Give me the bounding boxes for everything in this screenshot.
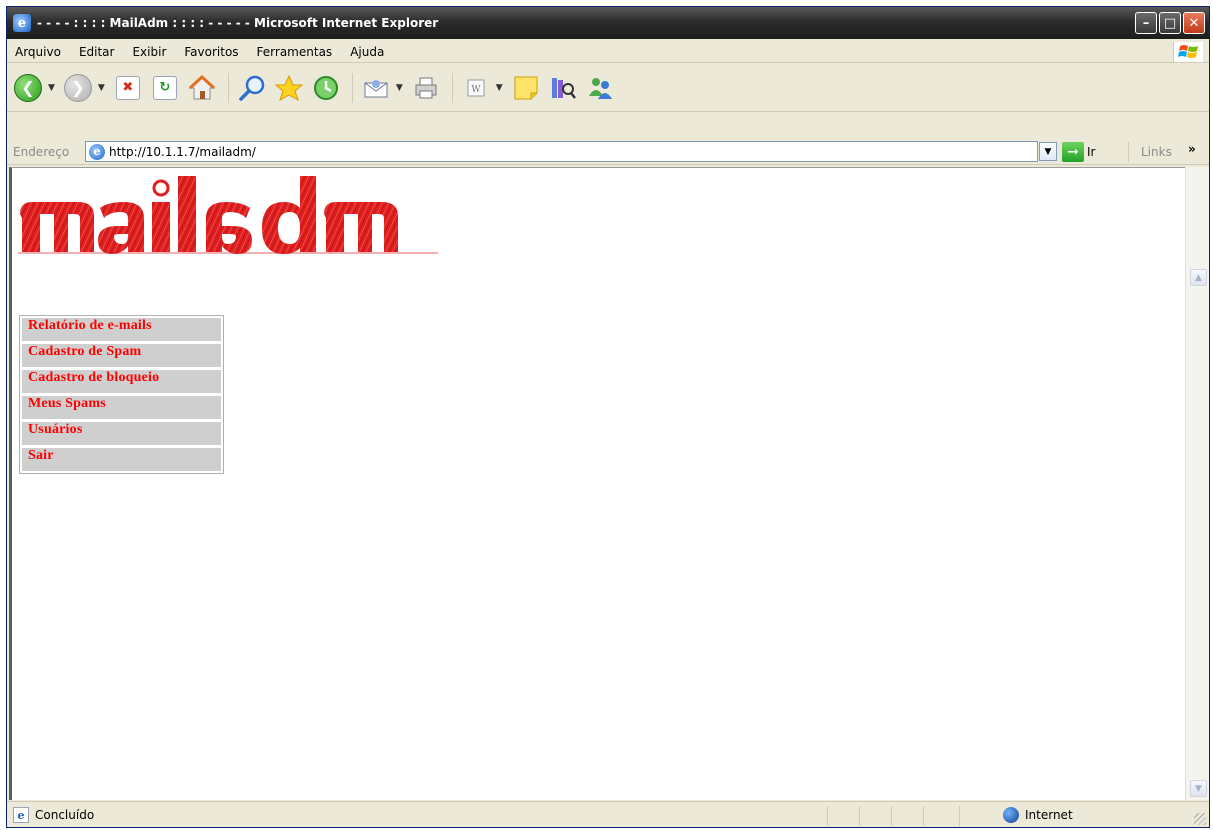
scroll-up-icon[interactable]: ▲ (1190, 269, 1207, 286)
search-icon (239, 75, 265, 101)
edit-icon: W (467, 79, 485, 96)
back-button[interactable]: ❮ (11, 71, 45, 105)
address-input[interactable]: e http://10.1.1.7/mailadm/ (85, 141, 1038, 162)
menu-favoritos[interactable]: Favoritos (175, 45, 247, 59)
zone-label: Internet (1025, 808, 1073, 822)
page-status-icon: e (13, 807, 29, 823)
menu-link-meus-spams[interactable]: Meus Spams (22, 396, 221, 419)
ie-icon: e (13, 14, 31, 32)
menu-link-sair[interactable]: Sair (22, 448, 221, 471)
address-bar: Endereço e http://10.1.1.7/mailadm/ ▼ ➞ … (7, 139, 1209, 165)
scroll-down-icon[interactable]: ▼ (1190, 780, 1207, 797)
favorites-icon (274, 74, 304, 101)
go-label[interactable]: Ir (1087, 145, 1095, 159)
mail-dropdown-icon[interactable]: ▼ (396, 83, 403, 93)
history-button[interactable] (309, 71, 343, 105)
links-toolbar[interactable]: Links (1141, 145, 1172, 159)
address-dropdown-button[interactable]: ▼ (1039, 142, 1057, 161)
svg-text:W: W (471, 85, 481, 95)
toolbar-separator (351, 72, 353, 103)
home-button[interactable] (185, 71, 219, 105)
history-icon (313, 75, 338, 100)
mail-icon (364, 79, 388, 97)
status-text: Concluído (35, 808, 95, 822)
forward-dropdown-icon[interactable]: ▼ (98, 83, 105, 93)
edit-button[interactable]: W (459, 71, 493, 105)
forward-button[interactable]: ❯ (61, 71, 95, 105)
stop-icon: ✖ (115, 75, 140, 100)
toolbar-separator (451, 72, 453, 103)
menu-link-cadastro-spam[interactable]: Cadastro de Spam (22, 344, 221, 367)
vertical-scrollbar[interactable]: ▲ ▼ (1185, 167, 1209, 800)
messenger-button[interactable] (583, 71, 617, 105)
stop-button[interactable]: ✖ (111, 71, 145, 105)
page-content: Relatório de e-mails Cadastro de Spam Ca… (9, 167, 1185, 800)
status-panel-divider (923, 806, 924, 826)
status-panel-divider (859, 806, 860, 826)
minimize-button[interactable]: – (1135, 12, 1157, 34)
window-title: - - - - : : : : MailAdm : : : : - - - - … (37, 16, 439, 30)
globe-icon (1003, 807, 1019, 823)
menu-link-relatorio-emails[interactable]: Relatório de e-mails (22, 318, 221, 341)
close-button[interactable]: ✕ (1183, 12, 1205, 34)
search-button[interactable] (235, 71, 269, 105)
back-dropdown-icon[interactable]: ▼ (48, 83, 55, 93)
resize-grip-icon[interactable] (1194, 813, 1206, 825)
print-button[interactable] (409, 71, 443, 105)
status-panel-divider (827, 806, 828, 826)
page-icon: e (89, 143, 105, 160)
favorites-button[interactable] (272, 71, 306, 105)
research-icon (551, 77, 576, 99)
address-url[interactable]: http://10.1.1.7/mailadm/ (109, 145, 256, 159)
edit-dropdown-icon[interactable]: ▼ (496, 83, 503, 93)
home-icon (188, 74, 216, 99)
notes-icon (514, 76, 538, 99)
go-button[interactable]: ➞ (1062, 142, 1084, 162)
status-bar: e Concluído Internet (7, 801, 1209, 828)
research-button[interactable] (546, 71, 580, 105)
menu-link-cadastro-bloqueio[interactable]: Cadastro de bloqueio (22, 370, 221, 393)
title-bar[interactable]: e - - - - : : : : MailAdm : : : : - - - … (7, 7, 1209, 39)
menu-editar[interactable]: Editar (70, 45, 124, 59)
mail-button[interactable] (359, 71, 393, 105)
refresh-icon: ↻ (152, 75, 177, 100)
menu-ajuda[interactable]: Ajuda (341, 45, 393, 59)
toolbar: ❮ ▼ ❯ ▼ ✖ ↻ ▼ W ▼ (7, 64, 1209, 112)
menu-arquivo[interactable]: Arquivo (7, 45, 70, 59)
print-icon (415, 77, 437, 98)
back-icon: ❮ (14, 73, 42, 102)
menu-ferramentas[interactable]: Ferramentas (248, 45, 342, 59)
menu-exibir[interactable]: Exibir (123, 45, 175, 59)
window-controls: – □ ✕ (1135, 12, 1205, 34)
refresh-button[interactable]: ↻ (148, 71, 182, 105)
menu-bar: Arquivo Editar Exibir Favoritos Ferramen… (7, 41, 1209, 63)
security-zone[interactable]: Internet (1003, 807, 1073, 823)
messenger-icon (588, 77, 612, 99)
toolbar-separator (227, 72, 229, 103)
mailadm-logo (18, 176, 438, 254)
main-menu: Relatório de e-mails Cadastro de Spam Ca… (19, 315, 224, 474)
status-panel-divider (959, 806, 960, 826)
links-more-chevron-icon[interactable]: » (1188, 142, 1196, 156)
maximize-button[interactable]: □ (1159, 12, 1181, 34)
windows-flag-icon (1173, 42, 1203, 62)
menu-link-usuarios[interactable]: Usuários (22, 422, 221, 445)
browser-window: e - - - - : : : : MailAdm : : : : - - - … (6, 6, 1210, 828)
links-separator (1128, 142, 1129, 162)
notes-button[interactable] (509, 71, 543, 105)
status-panel-divider (891, 806, 892, 826)
address-label: Endereço (13, 144, 70, 159)
forward-icon: ❯ (63, 73, 92, 102)
